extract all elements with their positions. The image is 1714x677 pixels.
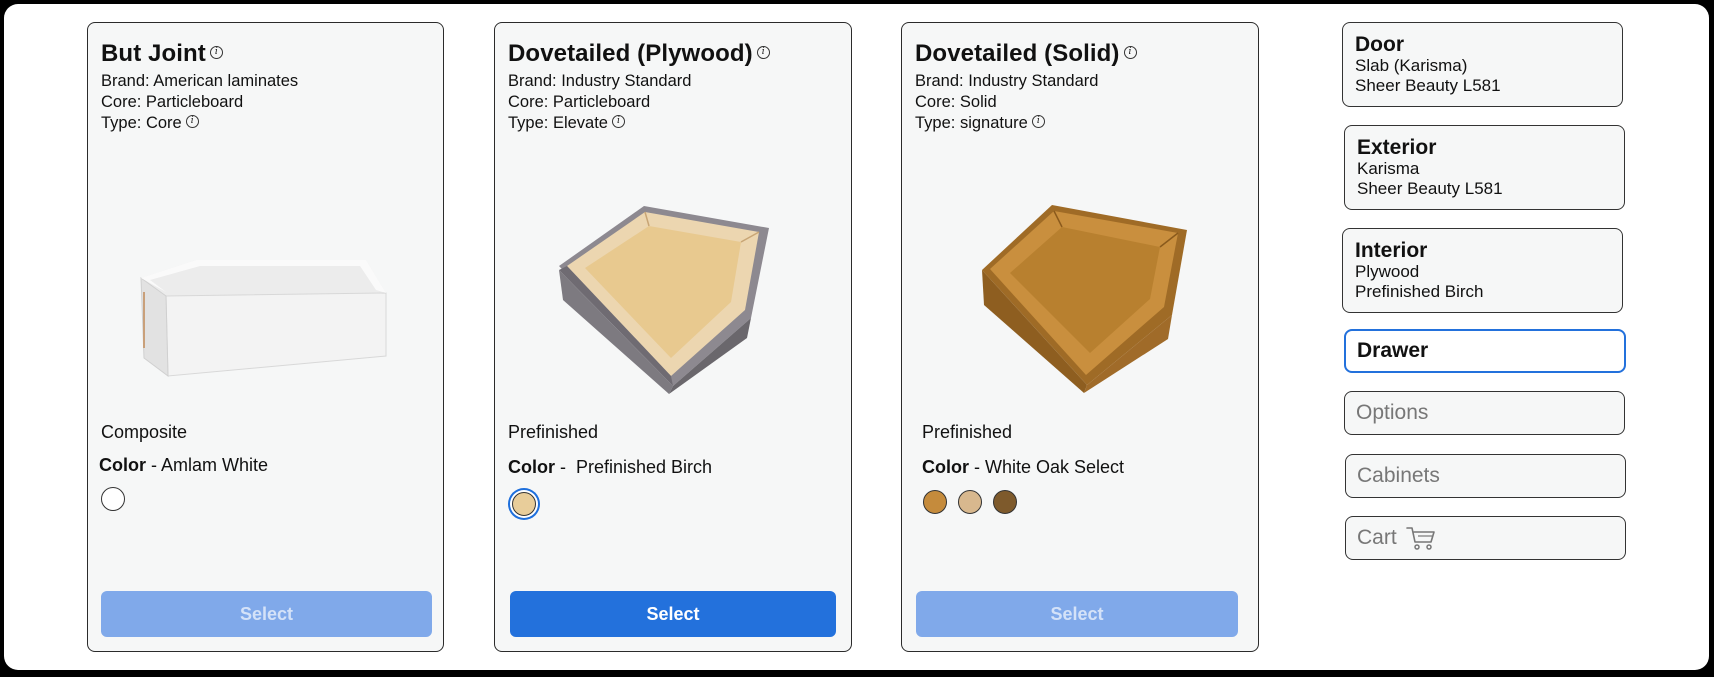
color-line: Color - Amlam White bbox=[99, 455, 269, 475]
step-exterior-title: Exterior bbox=[1357, 136, 1437, 159]
color-swatch-dark-oak[interactable] bbox=[993, 490, 1017, 514]
drawer-option-card-dovetailed-plywood[interactable]: Dovetailed (Plywood) i Brand: Industry St… bbox=[494, 22, 852, 652]
step-exterior-line1: Karisma bbox=[1357, 159, 1420, 178]
step-interior-title: Interior bbox=[1355, 239, 1428, 262]
info-icon[interactable]: i bbox=[1123, 46, 1137, 60]
type-text: Type: Core i bbox=[101, 113, 298, 134]
brand-text: Brand: Industry Standard bbox=[508, 72, 692, 90]
step-door[interactable]: Door Slab (Karisma) Sheer Beauty L581 bbox=[1342, 22, 1623, 107]
brand-text: Brand: Industry Standard bbox=[915, 72, 1099, 90]
color-line: Color - Prefinished Birch bbox=[508, 457, 713, 477]
info-icon[interactable]: i bbox=[611, 115, 625, 129]
color-swatches bbox=[512, 492, 536, 516]
drawer-option-card-but-joint[interactable]: But Joint i Brand: American laminates Cor… bbox=[87, 22, 444, 652]
cart-icon bbox=[1405, 527, 1435, 550]
info-icon[interactable]: i bbox=[185, 115, 199, 129]
step-door-line2: Sheer Beauty L581 bbox=[1355, 76, 1501, 95]
info-icon[interactable]: i bbox=[209, 46, 223, 60]
step-interior-line1: Plywood bbox=[1355, 262, 1420, 281]
birch-plywood-drawer-image bbox=[559, 206, 769, 394]
core-text: Core: Particleboard bbox=[101, 93, 244, 111]
color-line: Color - White Oak Select bbox=[922, 457, 1125, 477]
type-text: Type: signature i bbox=[915, 113, 1098, 134]
step-exterior-line2: Sheer Beauty L581 bbox=[1357, 179, 1503, 198]
card-title: But Joint i bbox=[101, 40, 223, 68]
finish-text: Prefinished bbox=[922, 422, 1013, 442]
step-exterior[interactable]: Exterior Karisma Sheer Beauty L581 bbox=[1344, 125, 1625, 210]
finish-text: Prefinished bbox=[508, 422, 599, 442]
step-interior[interactable]: Interior Plywood Prefinished Birch bbox=[1342, 228, 1623, 313]
card-meta: Brand: Industry Standard Core: Solid Typ… bbox=[915, 71, 1098, 134]
step-cart[interactable]: Cart bbox=[1345, 516, 1626, 560]
select-button[interactable]: Select bbox=[101, 591, 432, 637]
step-door-line1: Slab (Karisma) bbox=[1355, 56, 1468, 75]
info-icon[interactable]: i bbox=[1031, 115, 1045, 129]
step-drawer-label: Drawer bbox=[1357, 339, 1429, 362]
card-meta: Brand: American laminates Core: Particle… bbox=[101, 71, 298, 134]
color-swatch-light-oak[interactable] bbox=[958, 490, 982, 514]
color-value: White Oak Select bbox=[985, 457, 1125, 477]
step-interior-line2: Prefinished Birch bbox=[1355, 282, 1484, 301]
step-options[interactable]: Options bbox=[1344, 391, 1625, 435]
card-meta: Brand: Industry Standard Core: Particleb… bbox=[508, 71, 691, 134]
color-value: Prefinished Birch bbox=[576, 457, 713, 477]
color-swatch-prefinished-birch[interactable] bbox=[512, 492, 536, 516]
app-window: But Joint i Brand: American laminates Cor… bbox=[4, 4, 1709, 670]
step-cabinets[interactable]: Cabinets bbox=[1345, 454, 1626, 498]
type-text: Type: Elevate i bbox=[508, 113, 691, 134]
step-options-label: Options bbox=[1356, 401, 1429, 424]
step-drawer[interactable]: Drawer bbox=[1344, 329, 1626, 373]
card-title: Dovetailed (Plywood) i bbox=[508, 40, 770, 68]
info-icon[interactable]: i bbox=[756, 46, 770, 60]
core-text: Core: Solid bbox=[915, 93, 997, 111]
finish-text: Composite bbox=[101, 422, 188, 442]
color-swatches bbox=[923, 490, 1017, 514]
step-door-title: Door bbox=[1355, 33, 1404, 56]
select-button[interactable]: Select bbox=[510, 591, 836, 637]
white-oak-drawer-image bbox=[982, 205, 1187, 393]
color-swatch-white-oak-select[interactable] bbox=[923, 490, 947, 514]
brand-text: Brand: American laminates bbox=[101, 72, 299, 90]
color-swatch-amlam-white[interactable] bbox=[101, 487, 125, 511]
select-button[interactable]: Select bbox=[916, 591, 1238, 637]
color-swatches bbox=[101, 487, 125, 511]
card-title: Dovetailed (Solid) i bbox=[915, 40, 1137, 68]
color-value: Amlam White bbox=[161, 455, 269, 475]
white-drawer-box-image bbox=[140, 260, 387, 378]
drawer-option-card-dovetailed-solid[interactable]: Dovetailed (Solid) i Brand: Industry Stan… bbox=[901, 22, 1259, 652]
step-cabinets-label: Cabinets bbox=[1357, 464, 1440, 487]
step-cart-label: Cart bbox=[1357, 526, 1397, 549]
core-text: Core: Particleboard bbox=[508, 93, 651, 111]
